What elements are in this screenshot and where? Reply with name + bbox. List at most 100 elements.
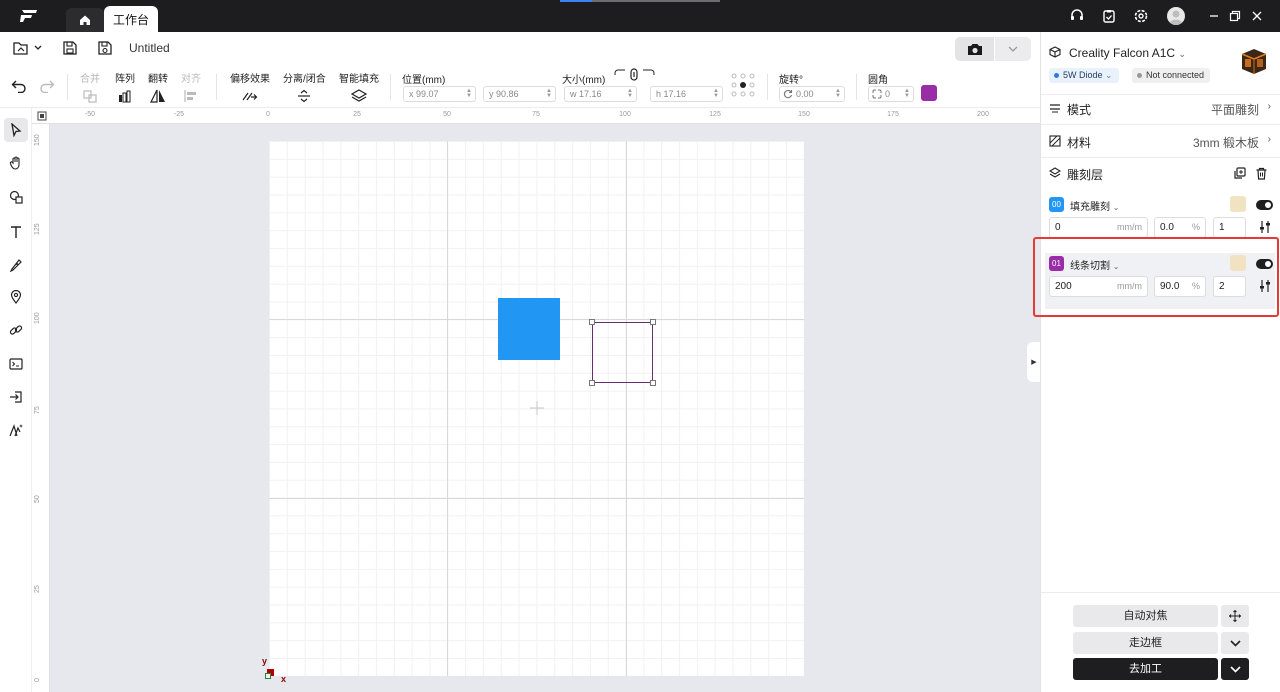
camera-button[interactable]: [955, 37, 995, 61]
autofocus-button[interactable]: 自动对焦: [1073, 605, 1218, 627]
anchor-point-icon[interactable]: [731, 73, 755, 97]
ruler-tick: 125: [709, 111, 721, 118]
delete-layer-icon[interactable]: [1255, 167, 1268, 180]
machine-thumbnail: [1241, 49, 1267, 74]
task-clipboard-icon[interactable]: [1101, 8, 1117, 24]
chevron-down-icon: [1229, 665, 1241, 673]
undo-icon[interactable]: [11, 79, 27, 93]
artboard[interactable]: [269, 141, 804, 676]
flip-button[interactable]: 翻转: [148, 70, 168, 103]
ruler-top: -50 -25 0 25 50 75 100 125 150 175 200: [32, 108, 1040, 124]
minimize-icon[interactable]: [1207, 9, 1221, 23]
pen-tool[interactable]: [4, 253, 28, 277]
save-as-icon[interactable]: [97, 40, 113, 56]
filled-square-shape[interactable]: [498, 298, 560, 360]
file-name[interactable]: Untitled: [129, 41, 170, 55]
grid-major-line: [269, 498, 804, 499]
outline-square-shape[interactable]: [589, 319, 656, 386]
toolbar-divider: [390, 74, 391, 100]
tab-home[interactable]: [66, 8, 104, 32]
camera-icon: [967, 44, 982, 55]
frame-button[interactable]: 走边框: [1073, 632, 1218, 654]
move-arrows-icon: [1229, 610, 1241, 622]
hand-icon: [9, 156, 20, 170]
layer-visibility-toggle[interactable]: [1256, 200, 1273, 210]
device-selector[interactable]: Creality Falcon A1C ⌄: [1069, 46, 1186, 60]
right-panel-collapse-button[interactable]: ▶: [1027, 342, 1041, 382]
split-close-button[interactable]: 分离/闭合: [283, 70, 326, 103]
canvas-workspace[interactable]: y x: [50, 124, 1040, 692]
layer-passes-input[interactable]: 1: [1213, 217, 1246, 238]
link-icon: [9, 325, 23, 335]
save-icon[interactable]: [62, 40, 78, 56]
device-cube-icon: [1049, 46, 1061, 58]
move-button[interactable]: [1221, 605, 1249, 627]
layer-speed-input[interactable]: 0 mm/m: [1049, 217, 1148, 238]
settings-gear-icon[interactable]: [1133, 8, 1149, 24]
open-folder-icon[interactable]: [13, 40, 43, 56]
layer-color-swatch[interactable]: [1230, 196, 1246, 212]
combine-button[interactable]: 合并: [80, 70, 100, 103]
origin-point-base: [265, 673, 271, 679]
corner-input[interactable]: 0 ▲ ▼: [868, 86, 914, 102]
restore-window-icon[interactable]: [1228, 9, 1242, 23]
text-tool[interactable]: [4, 220, 28, 244]
ai-tool[interactable]: [4, 418, 28, 442]
layer-name[interactable]: 填充雕刻 ⌄: [1070, 198, 1119, 213]
rotate-label: 旋转°: [779, 75, 803, 86]
size-w-input[interactable]: w 17.16 ▲ ▼: [564, 86, 637, 102]
ruler-tick: 200: [977, 111, 989, 118]
size-h-input[interactable]: h 17.16 ▲ ▼: [650, 86, 723, 102]
layer-params-sliders-icon[interactable]: [1258, 220, 1272, 234]
resize-handle[interactable]: [589, 319, 595, 325]
ruler-tick: 0: [34, 678, 41, 682]
code-tool[interactable]: [4, 352, 28, 376]
grid-major-line: [447, 141, 448, 676]
shape-tool[interactable]: [4, 185, 28, 209]
material-row[interactable]: 材料 3mm 椴木板 ›: [1049, 131, 1273, 151]
ruler-tick: 25: [34, 585, 41, 593]
close-window-icon[interactable]: [1250, 9, 1264, 23]
rotate-input[interactable]: 0.00 ▲ ▼: [779, 86, 845, 102]
offset-button[interactable]: 偏移效果: [230, 70, 270, 103]
text-icon: [11, 226, 21, 238]
resize-handle[interactable]: [650, 380, 656, 386]
location-tool[interactable]: [4, 285, 28, 309]
layer-power-input[interactable]: 0.0%: [1154, 217, 1206, 238]
start-job-button[interactable]: 去加工: [1073, 658, 1218, 680]
layer-color-swatch[interactable]: [921, 85, 937, 101]
import-tool[interactable]: [4, 385, 28, 409]
smart-fill-button[interactable]: 智能填充: [339, 70, 379, 103]
align-icon: [184, 90, 196, 102]
start-dropdown[interactable]: [1221, 658, 1249, 680]
user-avatar[interactable]: [1167, 7, 1185, 25]
lock-ratio-icon[interactable]: [613, 68, 657, 82]
chevron-down-icon: [1229, 639, 1241, 647]
mode-row[interactable]: 模式 平面雕刻 ›: [1049, 98, 1273, 118]
chevron-down-icon: [1008, 46, 1018, 52]
select-tool[interactable]: [4, 118, 28, 142]
support-headset-icon[interactable]: [1069, 8, 1085, 24]
shapes-icon: [9, 190, 23, 204]
link-tool[interactable]: [4, 318, 28, 342]
divider: [1041, 124, 1280, 125]
add-layer-icon[interactable]: [1233, 167, 1246, 180]
hand-tool[interactable]: [4, 151, 28, 175]
tab-workbench[interactable]: 工作台: [104, 6, 158, 32]
array-button[interactable]: 阵列: [115, 70, 135, 103]
resize-handle[interactable]: [589, 380, 595, 386]
pen-icon: [9, 259, 22, 272]
home-icon: [80, 15, 90, 25]
offset-icon: [242, 92, 258, 101]
position-y-input[interactable]: y 90.86 ▲ ▼: [483, 86, 556, 102]
laser-module-badge[interactable]: 5W Diode ⌄: [1049, 68, 1119, 83]
size-label: 大小(mm): [562, 75, 606, 86]
rotate-icon: [783, 89, 793, 99]
resize-handle[interactable]: [650, 319, 656, 325]
position-x-input[interactable]: x 99.07 ▲ ▼: [403, 86, 476, 102]
ruler-tick: 100: [34, 312, 41, 324]
camera-dropdown[interactable]: [995, 37, 1031, 61]
redo-icon[interactable]: [39, 79, 55, 93]
align-button[interactable]: 对齐: [181, 70, 201, 103]
frame-dropdown[interactable]: [1221, 632, 1249, 654]
